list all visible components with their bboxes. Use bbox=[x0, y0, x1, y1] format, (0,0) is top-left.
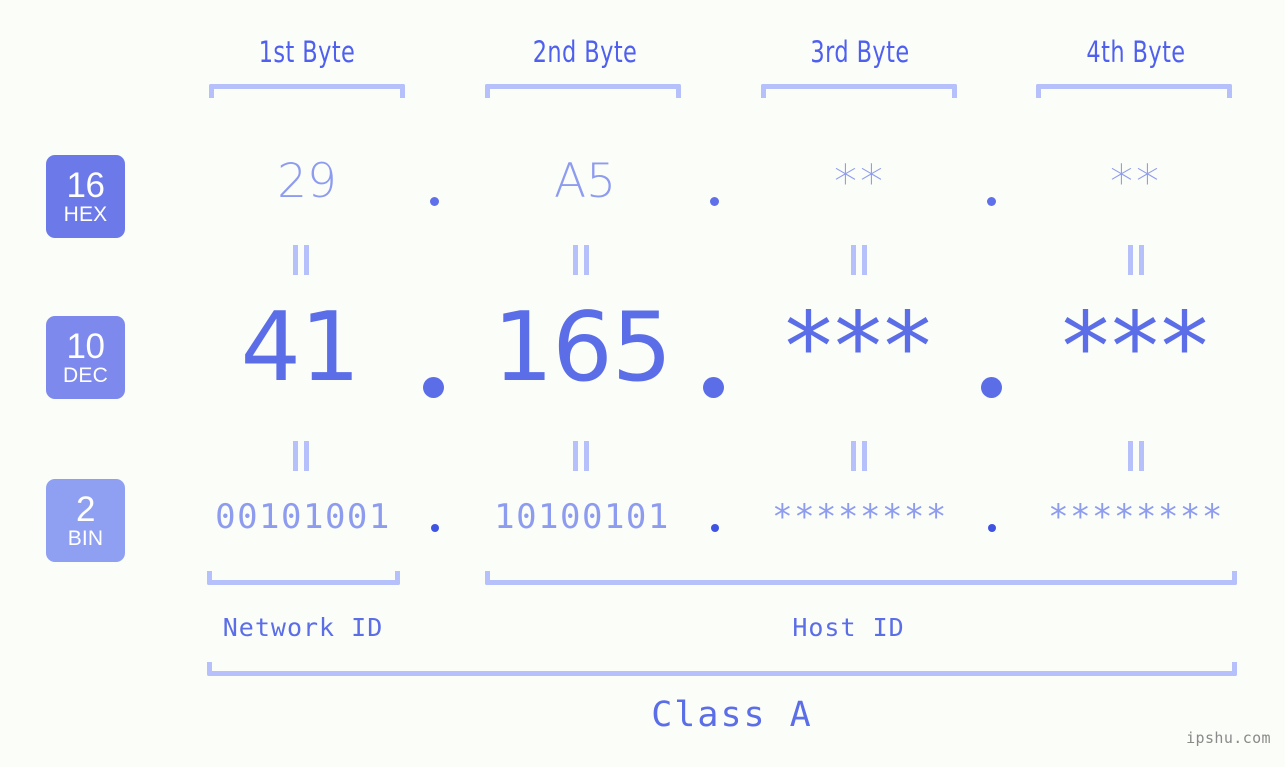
bin-byte-3: ******** bbox=[772, 497, 948, 537]
byte-bracket-3 bbox=[761, 84, 957, 98]
host-id-label: Host ID bbox=[792, 613, 905, 642]
byte-bracket-1 bbox=[209, 84, 405, 98]
dec-byte-1: 41 bbox=[240, 293, 361, 403]
byte-header-label-2: 2nd Byte bbox=[532, 35, 638, 69]
hex-separator-dot-2 bbox=[710, 197, 719, 206]
dec-separator-dot-3 bbox=[981, 377, 1002, 398]
byte-bracket-4 bbox=[1036, 84, 1232, 98]
network-id-bracket bbox=[207, 571, 400, 585]
equivalence-mark-dec-bin-2 bbox=[570, 441, 592, 471]
class-label: Class A bbox=[651, 695, 813, 735]
byte-header-label-3: 3rd Byte bbox=[810, 35, 910, 69]
bin-separator-dot-2 bbox=[711, 524, 719, 532]
radix-badge-bin-number: 2 bbox=[76, 490, 95, 529]
dec-separator-dot-2 bbox=[703, 377, 724, 398]
bin-byte-2: 10100101 bbox=[494, 497, 670, 537]
hex-byte-3: ** bbox=[834, 155, 886, 209]
dec-byte-4: *** bbox=[1061, 293, 1211, 403]
radix-badge-hex: 16 HEX bbox=[46, 155, 125, 238]
dec-byte-3: *** bbox=[784, 293, 934, 403]
bin-byte-4: ******** bbox=[1048, 497, 1224, 537]
equivalence-mark-dec-bin-3 bbox=[848, 441, 870, 471]
radix-badge-dec-number: 10 bbox=[66, 327, 105, 366]
hex-byte-2: A5 bbox=[553, 154, 617, 209]
radix-badge-hex-number: 16 bbox=[66, 166, 105, 205]
equivalence-mark-hex-dec-4 bbox=[1125, 245, 1147, 275]
dec-byte-2: 165 bbox=[492, 293, 672, 403]
bin-separator-dot-1 bbox=[431, 524, 439, 532]
equivalence-mark-hex-dec-1 bbox=[290, 245, 312, 275]
dec-separator-dot-1 bbox=[423, 377, 444, 398]
equivalence-mark-hex-dec-2 bbox=[570, 245, 592, 275]
watermark: ipshu.com bbox=[1186, 729, 1271, 747]
byte-header-label-4: 4th Byte bbox=[1086, 35, 1186, 69]
bin-byte-1: 00101001 bbox=[215, 497, 391, 537]
class-bracket bbox=[207, 662, 1237, 676]
network-id-label: Network ID bbox=[222, 613, 384, 642]
radix-badge-dec-abbr: DEC bbox=[63, 364, 108, 387]
hex-byte-1: 29 bbox=[277, 154, 337, 209]
radix-badge-hex-abbr: HEX bbox=[63, 203, 108, 226]
equivalence-mark-dec-bin-1 bbox=[290, 441, 312, 471]
radix-badge-bin: 2 BIN bbox=[46, 479, 125, 562]
radix-badge-bin-abbr: BIN bbox=[67, 527, 104, 550]
equivalence-mark-dec-bin-4 bbox=[1125, 441, 1147, 471]
bin-separator-dot-3 bbox=[988, 524, 996, 532]
hex-byte-4: ** bbox=[1110, 155, 1162, 209]
radix-badge-dec: 10 DEC bbox=[46, 316, 125, 399]
byte-bracket-2 bbox=[485, 84, 681, 98]
host-id-bracket bbox=[485, 571, 1237, 585]
hex-separator-dot-3 bbox=[987, 197, 996, 206]
equivalence-mark-hex-dec-3 bbox=[848, 245, 870, 275]
byte-header-label-1: 1st Byte bbox=[258, 35, 356, 69]
hex-separator-dot-1 bbox=[430, 197, 439, 206]
ip-byte-breakdown-diagram: 1st Byte 2nd Byte 3rd Byte 4th Byte 16 H… bbox=[0, 0, 1285, 767]
